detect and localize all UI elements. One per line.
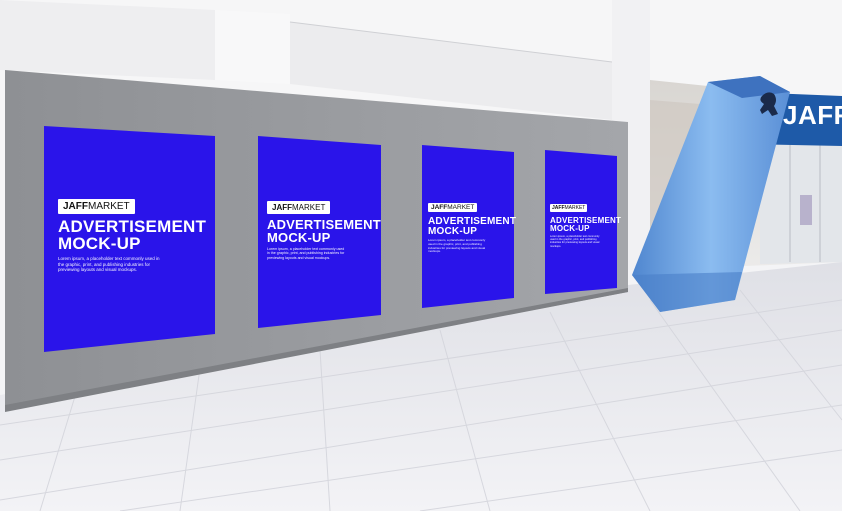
- poster-4-logo: JAFFMARKET: [550, 204, 588, 212]
- poster-3-headline: ADVERTISEMENT MOCK-UP: [428, 216, 517, 237]
- poster-2-content: JAFFMARKET ADVERTISEMENT MOCK-UP Lorem i…: [267, 197, 381, 260]
- ceiling-column: [215, 10, 290, 84]
- poster-1-body: Lorem ipsum, a placeholder text commonly…: [58, 256, 160, 273]
- poster-1-headline: ADVERTISEMENT MOCK-UP: [58, 217, 207, 253]
- poster-2-headline: ADVERTISEMENT MOCK-UP: [267, 217, 381, 245]
- poster-3-logo: JAFFMARKET: [428, 203, 478, 212]
- poster-3-body: Lorem ipsum, a placeholder text commonly…: [428, 238, 486, 254]
- arch-sign-text: JAFF: [783, 100, 842, 130]
- mall-scene: JAFF JAFFMARKET ADVERTISEMENT MOCK-UP Lo…: [0, 0, 842, 511]
- poster-1-logo: JAFFMARKET: [58, 199, 135, 214]
- poster-4-headline: ADVERTISEMENT MOCK-UP: [550, 216, 622, 233]
- poster-2-logo: JAFFMARKET: [267, 201, 331, 214]
- poster-2-body: Lorem ipsum, a placeholder text commonly…: [267, 247, 345, 260]
- ceiling-panel: [0, 0, 215, 80]
- poster-1-content: JAFFMARKET ADVERTISEMENT MOCK-UP Lorem i…: [58, 196, 208, 273]
- poster-3-content: JAFFMARKET ADVERTISEMENT MOCK-UP Lorem i…: [428, 196, 517, 254]
- poster-4-content: JAFFMARKET ADVERTISEMENT MOCK-UP Lorem i…: [550, 196, 622, 248]
- poster-4-body: Lorem ipsum, a placeholder text commonly…: [550, 235, 600, 248]
